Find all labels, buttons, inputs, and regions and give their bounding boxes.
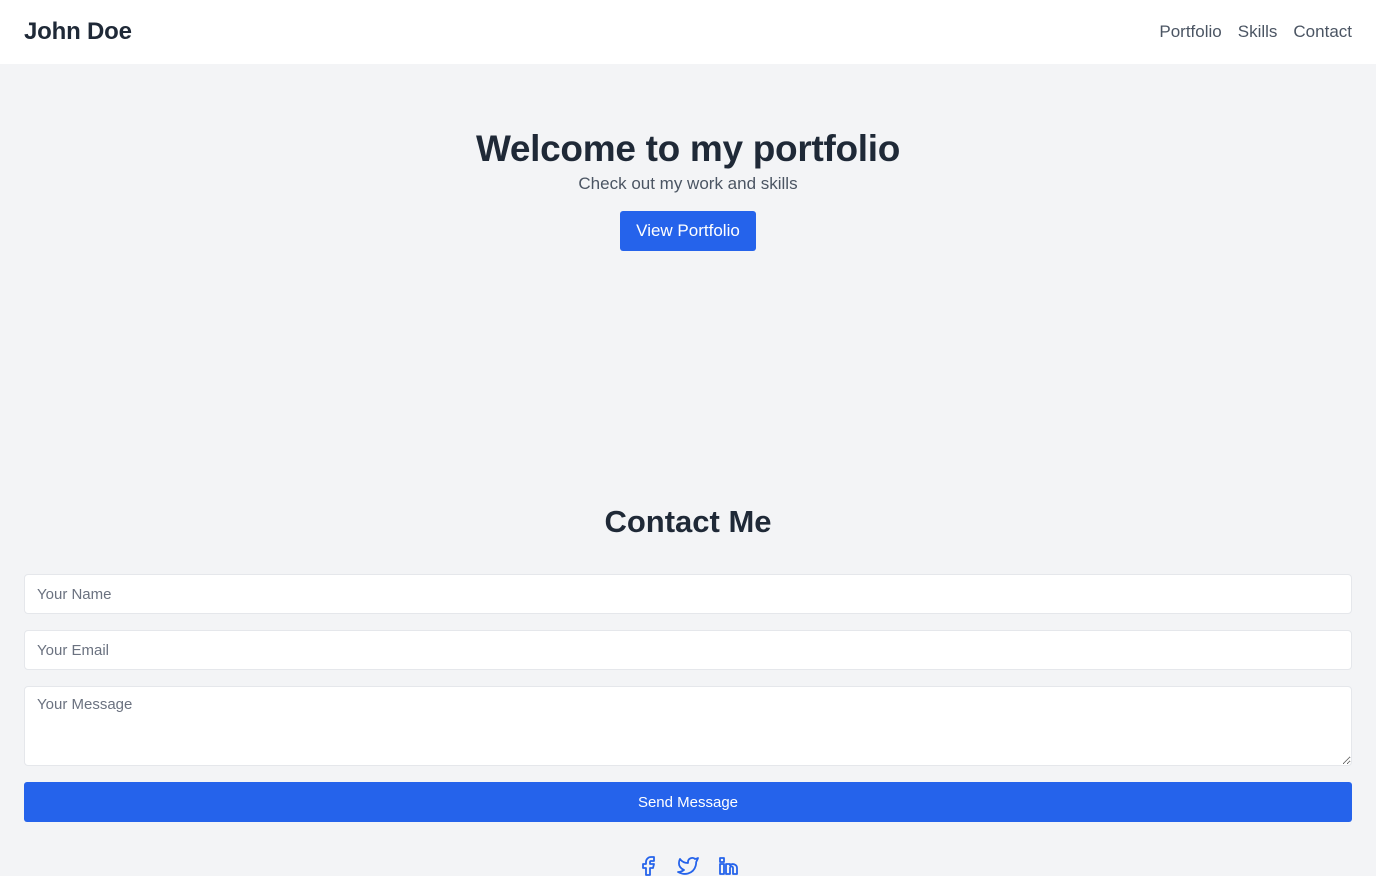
social-links (24, 854, 1352, 876)
contact-title: Contact Me (604, 504, 772, 539)
email-input[interactable] (24, 630, 1352, 670)
twitter-icon (677, 857, 699, 875)
message-textarea[interactable] (24, 686, 1352, 766)
nav-link-skills[interactable]: Skills (1238, 22, 1278, 42)
facebook-link[interactable] (636, 854, 660, 876)
twitter-link[interactable] (676, 854, 700, 876)
navbar: John Doe Portfolio Skills Contact (0, 0, 1376, 64)
brand-name[interactable]: John Doe (24, 18, 132, 46)
contact-section: Contact Me Send Message (0, 504, 1376, 876)
facebook-icon (642, 856, 655, 876)
hero-section: Welcome to my portfolio Check out my wor… (0, 64, 1376, 444)
hero-title: Welcome to my portfolio (475, 128, 901, 169)
nav-link-portfolio[interactable]: Portfolio (1159, 22, 1221, 42)
nav-links: Portfolio Skills Contact (1159, 22, 1352, 42)
name-input[interactable] (24, 574, 1352, 614)
nav-link-contact[interactable]: Contact (1293, 22, 1352, 42)
send-message-button[interactable]: Send Message (24, 782, 1352, 822)
view-portfolio-button[interactable]: View Portfolio (620, 211, 756, 251)
hero-subtitle: Check out my work and skills (578, 174, 798, 193)
contact-form: Send Message (24, 574, 1352, 822)
linkedin-icon (719, 857, 738, 875)
linkedin-link[interactable] (716, 854, 740, 876)
